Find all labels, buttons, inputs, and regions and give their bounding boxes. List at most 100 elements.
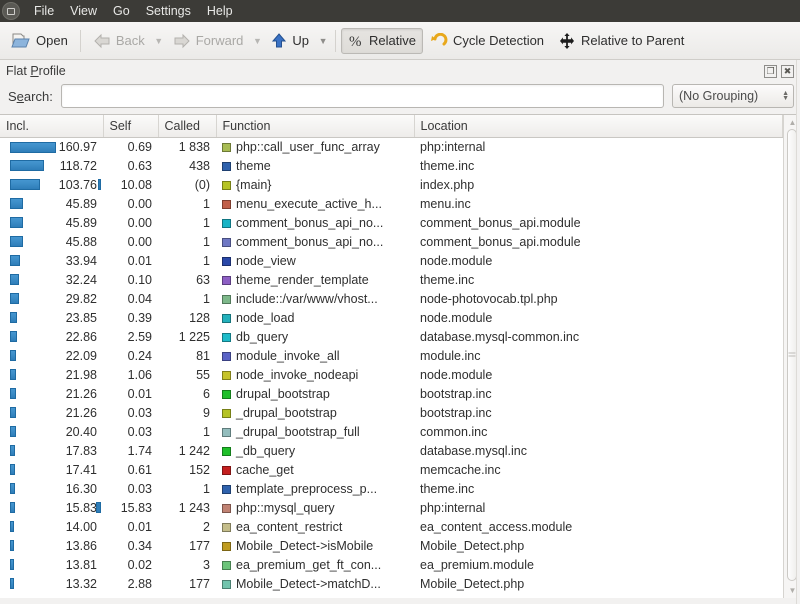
column-header-self[interactable]: Self [103,115,159,138]
menu-item-go[interactable]: Go [105,2,138,20]
grouping-select-value: (No Grouping) [679,89,759,103]
incl-value: 22.86 [65,329,97,344]
table-row[interactable]: 21.98 1.06 55 node_invoke_nodeapi node.modul… [0,365,783,384]
table-row[interactable]: 118.72 0.63 438 theme theme.inc [0,156,783,175]
column-header-location[interactable]: Location [414,115,783,138]
back-dropdown-chevron-down-icon[interactable]: ▼ [152,36,166,46]
incl-bar [10,502,15,513]
cell-called: 177 [189,576,210,591]
back-button[interactable]: Back [86,28,152,54]
table-row[interactable]: 22.09 0.24 81 module_invoke_all module.inc [0,346,783,365]
search-input[interactable] [60,84,664,108]
table-row[interactable]: 103.76 10.08 (0) {main} index.php [0,175,783,194]
cell-incl: 17.83 [0,441,103,460]
incl-bar [10,426,16,437]
function-color-swatch-icon [222,370,231,380]
column-header-function[interactable]: Function [216,115,415,138]
table-viewport: Incl. Self Called Function Location 160.… [0,115,783,598]
cell-self: 0.03 [127,481,152,496]
menu-item-help[interactable]: Help [199,2,241,20]
relative-to-parent-button[interactable]: Relative to Parent [551,27,691,55]
incl-bar [10,407,16,418]
incl-bar [10,464,15,475]
forward-button[interactable]: Forward [166,28,251,54]
table-row[interactable]: 13.81 0.02 3 ea_premium_get_ft_con... ea_pre… [0,555,783,574]
table-row[interactable]: 14.00 0.01 2 ea_content_restrict ea_content_… [0,517,783,536]
function-name: include::/var/www/vhost... [236,291,378,306]
cell-called: 1 243 [178,500,210,515]
up-button[interactable]: Up [264,28,316,54]
function-name: theme_render_template [236,272,369,287]
table-row[interactable]: 32.24 0.10 63 theme_render_template theme.in… [0,270,783,289]
function-name: drupal_bootstrap [236,386,330,401]
menu-item-settings[interactable]: Settings [138,2,199,20]
table-row[interactable]: 23.85 0.39 128 node_load node.module [0,308,783,327]
grouping-select[interactable]: (No Grouping) ▲ ▼ [672,84,794,108]
forward-button-label: Forward [195,33,244,48]
cell-incl: 45.88 [0,232,103,251]
up-dropdown-chevron-down-icon[interactable]: ▼ [316,36,330,46]
panel-header: Flat Profile ❐ ✖ [0,60,800,82]
cell-location: comment_bonus_api.module [420,234,581,249]
relative-toggle-label: Relative [369,33,416,48]
cell-location: common.inc [420,424,488,439]
incl-bar [10,160,44,171]
forward-dropdown-chevron-down-icon[interactable]: ▼ [250,36,264,46]
incl-bar [10,179,40,190]
table-row[interactable]: 16.30 0.03 1 template_preprocess_p... theme.… [0,479,783,498]
cell-called: 1 [203,196,210,211]
table-row[interactable]: 15.83 15.83 1 243 php::mysql_query php:inter… [0,498,783,517]
undock-icon[interactable]: ❐ [764,64,777,78]
cell-location: node-photovocab.tpl.php [420,291,558,306]
cell-self: 0.01 [127,519,152,534]
table-row[interactable]: 13.86 0.34 177 Mobile_Detect->isMobile Mobil… [0,536,783,555]
table-row[interactable]: 21.26 0.03 9 _drupal_bootstrap bootstrap.inc [0,403,783,422]
search-label-accel: e [16,88,24,104]
function-color-swatch-icon [222,332,231,342]
incl-value: 16.30 [65,481,97,496]
table-row[interactable]: 45.89 0.00 1 comment_bonus_api_no... comment… [0,213,783,232]
table-row[interactable]: 20.40 0.03 1 _drupal_bootstrap_full common.i… [0,422,783,441]
cell-incl: 22.86 [0,327,103,346]
table-row[interactable]: 45.89 0.00 1 menu_execute_active_h... menu.i… [0,194,783,213]
cycle-detection-button[interactable]: Cycle Detection [423,28,551,54]
table-header-row: Incl. Self Called Function Location [0,115,783,138]
table-row[interactable]: 33.94 0.01 1 node_view node.module [0,251,783,270]
table-row[interactable]: 29.82 0.04 1 include::/var/www/vhost... node… [0,289,783,308]
table-row[interactable]: 21.26 0.01 6 drupal_bootstrap bootstrap.inc [0,384,783,403]
window-icon[interactable] [2,2,20,20]
table-row[interactable]: 13.32 2.88 177 Mobile_Detect->matchD... Mobi… [0,574,783,593]
up-button-label: Up [292,33,310,48]
function-color-swatch-icon [222,142,231,152]
cell-self: 0.00 [127,215,152,230]
function-name: php::mysql_query [236,500,335,515]
incl-bar [10,236,23,247]
function-color-swatch-icon [222,389,231,399]
table-row[interactable]: 45.88 0.00 1 comment_bonus_api_no... comment… [0,232,783,251]
cell-function: Mobile_Detect->matchD... [216,574,414,593]
up-arrow-icon [271,32,287,49]
close-icon[interactable]: ✖ [781,64,794,78]
incl-value: 118.72 [59,158,97,173]
table-row[interactable]: 22.86 2.59 1 225 db_query database.mysql-com… [0,327,783,346]
column-header-incl[interactable]: Incl. [0,115,104,138]
table-row[interactable]: 160.97 0.69 1 838 php::call_user_func_array… [0,137,783,156]
menu-item-view[interactable]: View [62,2,105,20]
cell-function: {main} [216,175,414,194]
cell-location: module.inc [420,348,481,363]
relative-toggle-button[interactable]: % Relative [341,27,423,54]
toolbar-separator-1 [79,29,81,52]
cell-self: 0.00 [127,196,152,211]
open-button[interactable]: Open [4,27,75,55]
column-header-called[interactable]: Called [158,115,217,138]
cell-incl: 118.72 [0,156,103,175]
table-row[interactable]: 17.41 0.61 152 cache_get memcache.inc [0,460,783,479]
cell-incl: 45.89 [0,213,103,232]
table-row[interactable]: 17.83 1.74 1 242 _db_query database.mysql.in… [0,441,783,460]
relative-to-parent-label: Relative to Parent [581,33,685,48]
menu-item-file[interactable]: File [26,2,62,20]
incl-bar [10,369,16,380]
function-name: node_invoke_nodeapi [236,367,359,382]
cell-self: 10.08 [120,177,152,192]
cell-self: 0.34 [127,538,152,553]
